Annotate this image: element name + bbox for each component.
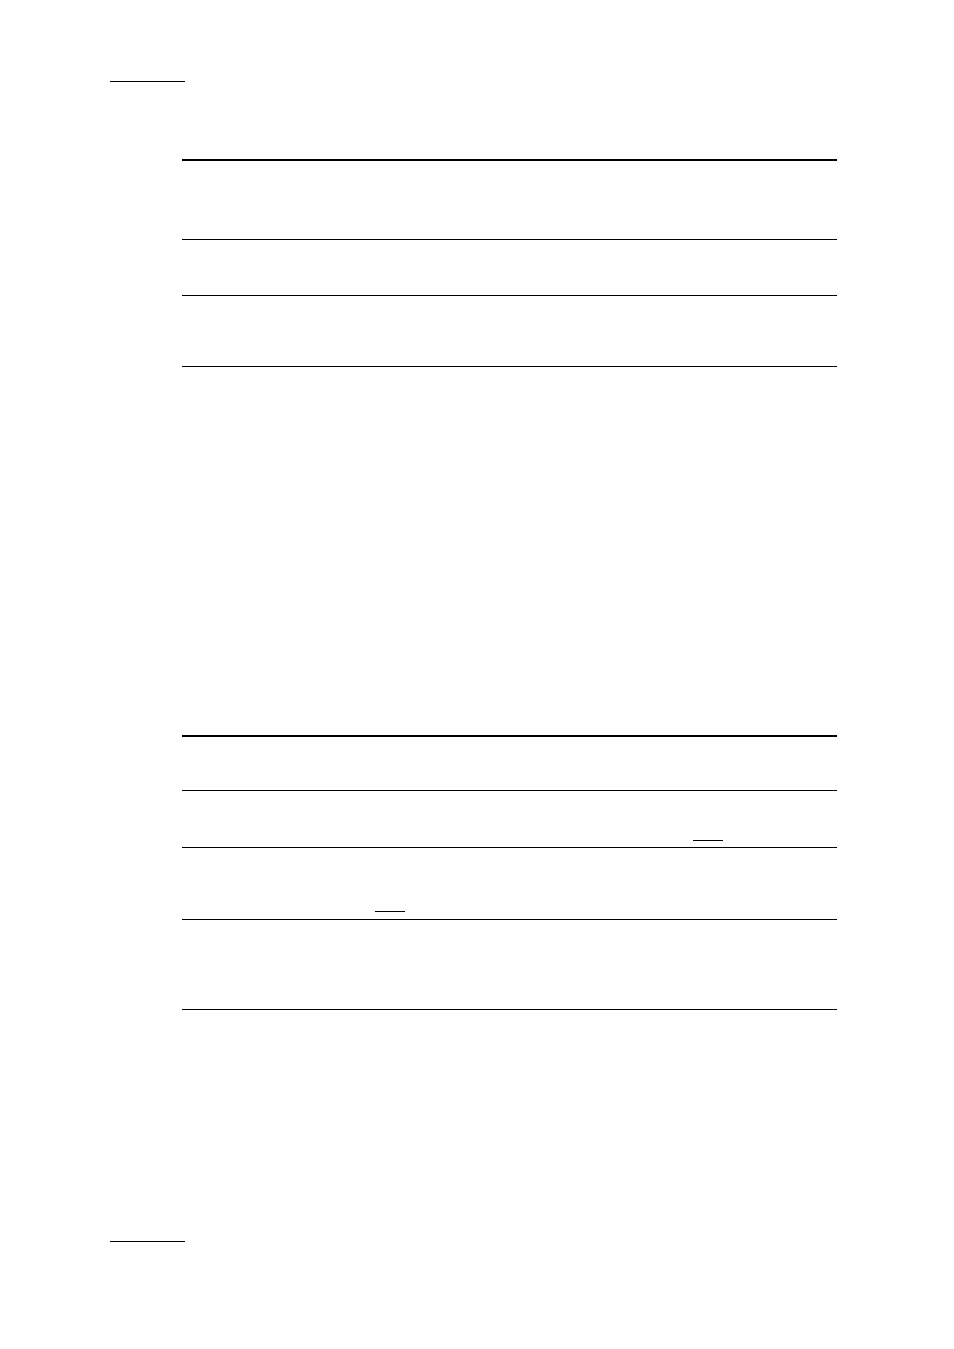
horizontal-rule [182,239,837,240]
horizontal-rule [182,919,837,920]
horizontal-rule [182,159,837,161]
horizontal-rule [110,81,185,82]
horizontal-rule [182,1009,837,1010]
document-page [0,0,954,1349]
horizontal-rule [693,840,723,841]
horizontal-rule [182,295,837,296]
horizontal-rule [182,366,837,367]
horizontal-rule [375,911,405,912]
horizontal-rule [110,1241,185,1242]
horizontal-rule [182,847,837,848]
horizontal-rule [182,735,837,737]
horizontal-rule [182,790,837,791]
